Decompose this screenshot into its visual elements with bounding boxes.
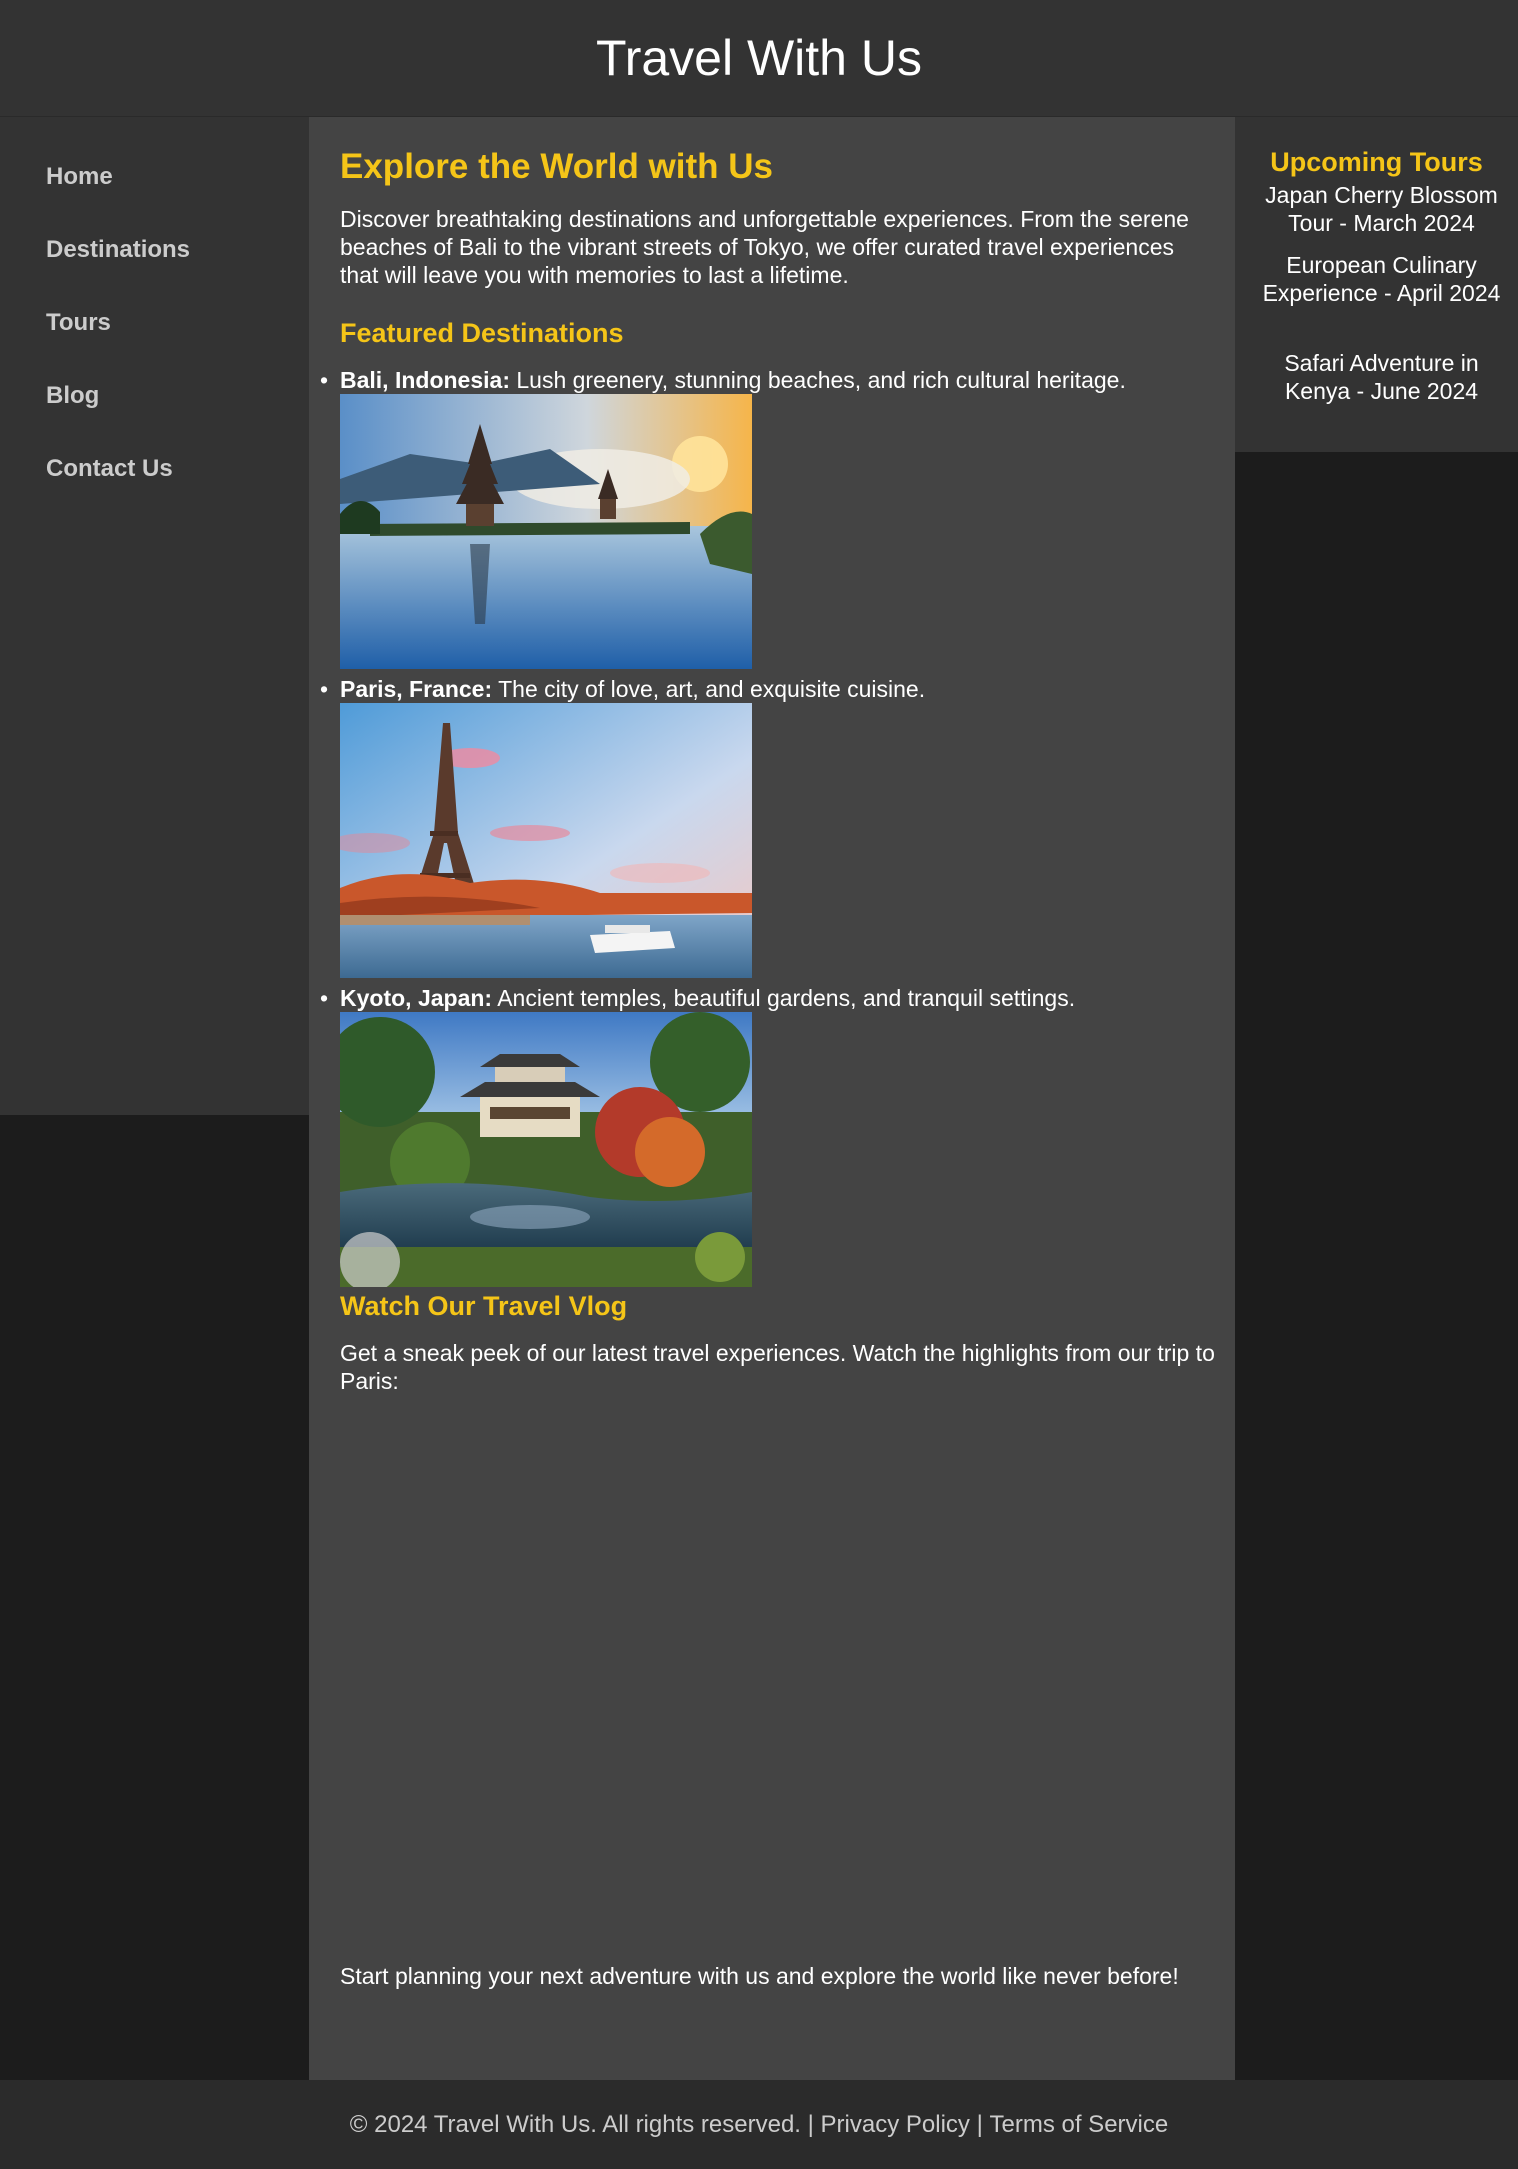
side-navigation: Home Destinations Tours Blog Contact Us (0, 117, 309, 1115)
tour-item: European Culinary Experience - April 202… (1262, 252, 1501, 306)
footer-separator: | (800, 2110, 821, 2138)
bullet-icon: • (320, 676, 329, 702)
kyoto-image (340, 1012, 752, 1287)
vlog-heading: Watch Our Travel Vlog (340, 1291, 628, 1321)
destination-description: Ancient temples, beautiful gardens, and … (492, 985, 1076, 1011)
list-item: • Kyoto, Japan: Ancient temples, beautif… (320, 984, 1076, 1012)
destination-name: Kyoto, Japan: (340, 985, 493, 1011)
destination-name: Bali, Indonesia: (340, 367, 510, 393)
tour-item: Japan Cherry Blossom Tour - March 2024 (1265, 182, 1498, 236)
footer-separator: | (969, 2110, 990, 2138)
destination-description: The city of love, art, and exquisite cui… (492, 676, 926, 702)
tour-item: Safari Adventure in Kenya - June 2024 (1284, 350, 1479, 404)
footer-copyright: © 2024 Travel With Us. All rights reserv… (349, 2110, 801, 2138)
intro-paragraph: Discover breathtaking destinations and u… (340, 206, 1189, 288)
main-content: Explore the World with Us Discover breat… (309, 117, 1235, 2080)
nav-item-contact[interactable]: Contact Us (46, 455, 173, 483)
terms-of-service-link[interactable]: Terms of Service (990, 2111, 1169, 2139)
nav-item-home[interactable]: Home (46, 163, 113, 191)
upcoming-tours-sidebar: Upcoming Tours Japan Cherry Blossom Tour… (1235, 117, 1518, 452)
paris-image (340, 703, 752, 978)
site-footer: © 2024 Travel With Us. All rights reserv… (0, 2080, 1518, 2169)
list-item: • Paris, France: The city of love, art, … (320, 675, 926, 703)
privacy-policy-link[interactable]: Privacy Policy (821, 2111, 970, 2139)
destination-name: Paris, France: (340, 676, 493, 702)
bali-image (340, 394, 752, 669)
nav-item-blog[interactable]: Blog (46, 382, 99, 410)
featured-heading: Featured Destinations (340, 318, 624, 348)
page-heading: Explore the World with Us (340, 147, 774, 186)
closing-paragraph: Start planning your next adventure with … (340, 1963, 1179, 1989)
bullet-icon: • (320, 985, 329, 1011)
destination-description: Lush greenery, stunning beaches, and ric… (509, 367, 1126, 393)
site-header: Travel With Us (0, 0, 1518, 117)
bullet-icon: • (320, 367, 329, 393)
vlog-description: Get a sneak peek of our latest travel ex… (340, 1340, 1215, 1394)
site-title: Travel With Us (596, 30, 922, 86)
sidebar-heading: Upcoming Tours (1270, 147, 1483, 177)
nav-item-destinations[interactable]: Destinations (46, 236, 190, 264)
nav-item-tours[interactable]: Tours (46, 309, 111, 337)
list-item: • Bali, Indonesia: Lush greenery, stunni… (320, 366, 1126, 394)
